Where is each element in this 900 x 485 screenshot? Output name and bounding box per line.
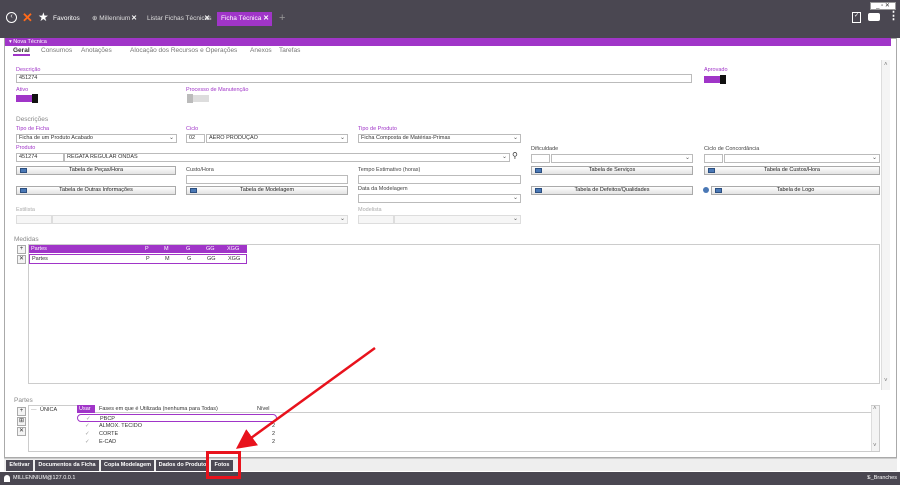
annotation-highlight-box — [206, 451, 241, 479]
annotation-arrow — [235, 346, 376, 449]
